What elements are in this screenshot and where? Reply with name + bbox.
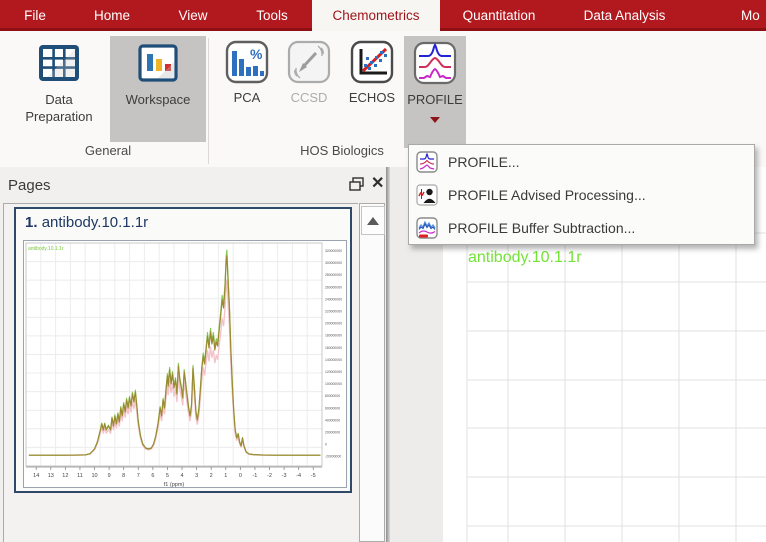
page-list-item[interactable]: 1. antibody.10.1.1r 14131211109876543210… — [14, 207, 352, 493]
svg-text:280000000: 280000000 — [325, 273, 342, 277]
page-name: antibody.10.1.1r — [42, 214, 148, 231]
tab-mo[interactable]: Mo — [691, 0, 766, 31]
advised-processing-icon — [416, 184, 438, 206]
profile-dropdown-arrow-icon[interactable] — [430, 117, 440, 123]
svg-text:-1: -1 — [252, 473, 257, 479]
svg-text:220000000: 220000000 — [325, 310, 342, 314]
echos-button[interactable]: ECHOS — [342, 36, 402, 142]
svg-text:180000000: 180000000 — [325, 334, 342, 338]
svg-text:140000000: 140000000 — [325, 358, 342, 362]
scroll-up-button[interactable] — [361, 206, 385, 235]
application-window: File Home View Tools Chemometrics Quanti… — [0, 0, 766, 542]
svg-text:2: 2 — [210, 473, 213, 479]
pca-icon: % — [225, 40, 269, 84]
svg-text:260000000: 260000000 — [325, 285, 342, 289]
svg-text:320000000: 320000000 — [325, 249, 342, 253]
profile-label: PROFILE — [407, 91, 463, 108]
svg-text:antibody.10.1.1r: antibody.10.1.1r — [28, 246, 64, 252]
svg-text:-5: -5 — [311, 473, 316, 479]
canvas-spectrum-label: antibody.10.1.1r — [468, 249, 582, 267]
svg-text:-20000000: -20000000 — [325, 455, 341, 459]
pages-panel: Pages ✕ 1. antibody.10.1.1r 141312111098… — [0, 167, 390, 542]
echos-icon — [350, 40, 394, 84]
svg-text:9: 9 — [108, 473, 111, 479]
ccsd-button: CCSD — [281, 36, 337, 142]
menu-item-profile-buffer-subtraction[interactable]: PROFILE Buffer Subtraction... — [409, 211, 754, 244]
float-panel-icon[interactable] — [349, 177, 364, 191]
data-preparation-icon — [36, 40, 82, 86]
close-panel-icon[interactable]: ✕ — [371, 173, 384, 193]
svg-text:100000000: 100000000 — [325, 382, 342, 386]
page-number: 1. — [25, 214, 38, 231]
tab-view[interactable]: View — [154, 0, 232, 31]
pages-scrollbar[interactable] — [359, 203, 385, 542]
pca-button[interactable]: % PCA — [218, 36, 276, 142]
ccsd-label: CCSD — [291, 89, 328, 106]
svg-text:-3: -3 — [282, 473, 287, 479]
buffer-subtraction-icon — [416, 217, 438, 239]
menu-item-profile-label: PROFILE... — [448, 154, 520, 170]
svg-text:f1 (ppm): f1 (ppm) — [164, 482, 185, 487]
svg-text:7: 7 — [137, 473, 140, 479]
svg-text:%: % — [250, 46, 263, 62]
spectrum-thumbnail: 14131211109876543210-1-2-3-4-5f1 (ppm)32… — [23, 240, 347, 488]
svg-text:160000000: 160000000 — [325, 346, 342, 350]
svg-text:5: 5 — [166, 473, 169, 479]
menu-item-profile-advised-processing[interactable]: PROFILE Advised Processing... — [409, 178, 754, 211]
svg-text:-4: -4 — [296, 473, 301, 479]
svg-text:80000000: 80000000 — [325, 394, 340, 398]
tab-home[interactable]: Home — [70, 0, 154, 31]
svg-text:120000000: 120000000 — [325, 370, 342, 374]
svg-text:4: 4 — [180, 473, 183, 479]
svg-text:8: 8 — [122, 473, 125, 479]
tab-quantitation[interactable]: Quantitation — [440, 0, 558, 31]
page-item-title: 1. antibody.10.1.1r — [25, 214, 148, 231]
svg-text:40000000: 40000000 — [325, 418, 340, 422]
menu-item-profile[interactable]: PROFILE... — [409, 145, 754, 178]
data-preparation-button[interactable]: Data Preparation — [10, 36, 108, 142]
tab-data-analysis[interactable]: Data Analysis — [558, 0, 691, 31]
svg-text:14: 14 — [33, 473, 39, 479]
workspace-label: Workspace — [126, 91, 191, 108]
svg-text:0: 0 — [325, 443, 327, 447]
menu-item-profile-buffer-subtraction-label: PROFILE Buffer Subtraction... — [448, 220, 635, 236]
tab-tools[interactable]: Tools — [232, 0, 312, 31]
svg-text:20000000: 20000000 — [325, 431, 340, 435]
svg-text:6: 6 — [151, 473, 154, 479]
svg-text:200000000: 200000000 — [325, 322, 342, 326]
pca-label: PCA — [234, 89, 261, 106]
up-arrow-icon — [367, 217, 379, 225]
svg-text:300000000: 300000000 — [325, 261, 342, 265]
data-preparation-label: Data Preparation — [10, 91, 108, 125]
svg-text:-2: -2 — [267, 473, 272, 479]
pages-panel-title: Pages — [8, 177, 51, 194]
ccsd-icon — [287, 40, 331, 84]
spectrum-thumbnail-svg: 14131211109876543210-1-2-3-4-5f1 (ppm)32… — [24, 241, 346, 487]
menu-bar: File Home View Tools Chemometrics Quanti… — [0, 0, 766, 31]
svg-text:60000000: 60000000 — [325, 406, 340, 410]
svg-text:1: 1 — [224, 473, 227, 479]
svg-text:240000000: 240000000 — [325, 297, 342, 301]
tab-file[interactable]: File — [0, 0, 70, 31]
svg-text:0: 0 — [239, 473, 242, 479]
group-separator — [208, 38, 209, 164]
workspace-button[interactable]: Workspace — [110, 36, 206, 142]
profile-icon — [412, 40, 458, 86]
svg-text:13: 13 — [48, 473, 54, 479]
profile-dropdown-menu: PROFILE... PROFILE Advised Processing... — [408, 144, 755, 245]
workspace-icon — [135, 40, 181, 86]
svg-text:11: 11 — [77, 473, 83, 479]
svg-text:3: 3 — [195, 473, 198, 479]
menu-item-profile-advised-processing-label: PROFILE Advised Processing... — [448, 187, 646, 203]
group-label-general: General — [10, 143, 206, 158]
profile-button[interactable]: PROFILE — [404, 36, 466, 148]
tab-chemometrics[interactable]: Chemometrics — [312, 0, 440, 31]
svg-text:12: 12 — [62, 473, 68, 479]
svg-text:10: 10 — [91, 473, 97, 479]
echos-label: ECHOS — [349, 89, 395, 106]
profile-menu-icon — [416, 151, 438, 173]
